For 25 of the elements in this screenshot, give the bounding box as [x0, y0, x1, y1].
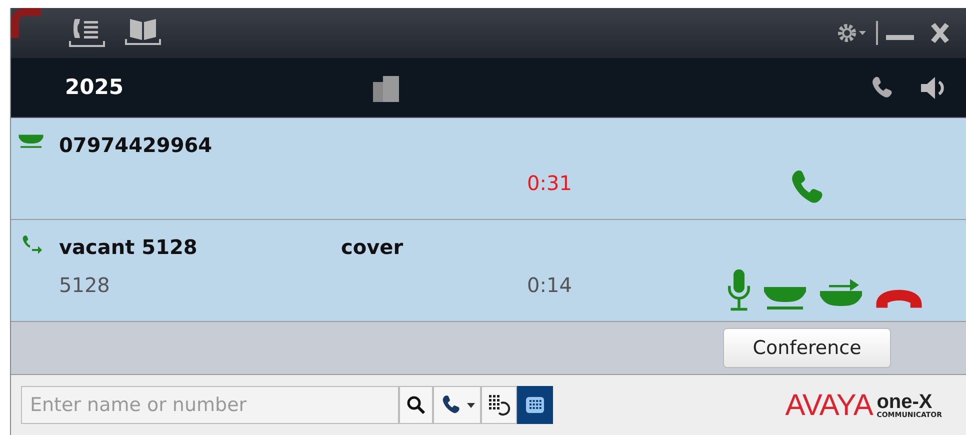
product-logo: one-X — [876, 392, 932, 412]
caller-number: 5128 — [59, 272, 110, 299]
search-button[interactable] — [399, 386, 433, 424]
building-icon — [373, 74, 401, 102]
corner-accent — [11, 8, 41, 38]
close-icon[interactable] — [928, 21, 952, 45]
call-status: cover — [341, 234, 404, 261]
call-row[interactable]: vacant 5128 cover 5128 0:14 — [11, 220, 966, 322]
call-timer: 0:31 — [527, 170, 572, 197]
search-icon — [406, 395, 426, 415]
conference-button[interactable]: Conference — [723, 328, 891, 368]
dialpad-button[interactable] — [517, 386, 553, 424]
brand-logo: AVAYA — [785, 388, 873, 424]
redial-button[interactable] — [481, 386, 517, 424]
caller-name: vacant 5128 — [59, 234, 198, 261]
keypad-redial-icon — [487, 393, 511, 417]
caret-icon — [467, 401, 475, 409]
call-row[interactable]: 07974429964 0:31 — [11, 118, 966, 220]
extension-number: 2025 — [65, 74, 124, 101]
settings-icon[interactable] — [836, 21, 868, 45]
call-button[interactable] — [433, 386, 481, 424]
search-field[interactable]: Enter name or number — [21, 386, 399, 424]
caller-name: 07974429964 — [59, 132, 212, 159]
microphone-icon[interactable] — [725, 268, 753, 312]
call-timer: 0:14 — [527, 272, 572, 299]
